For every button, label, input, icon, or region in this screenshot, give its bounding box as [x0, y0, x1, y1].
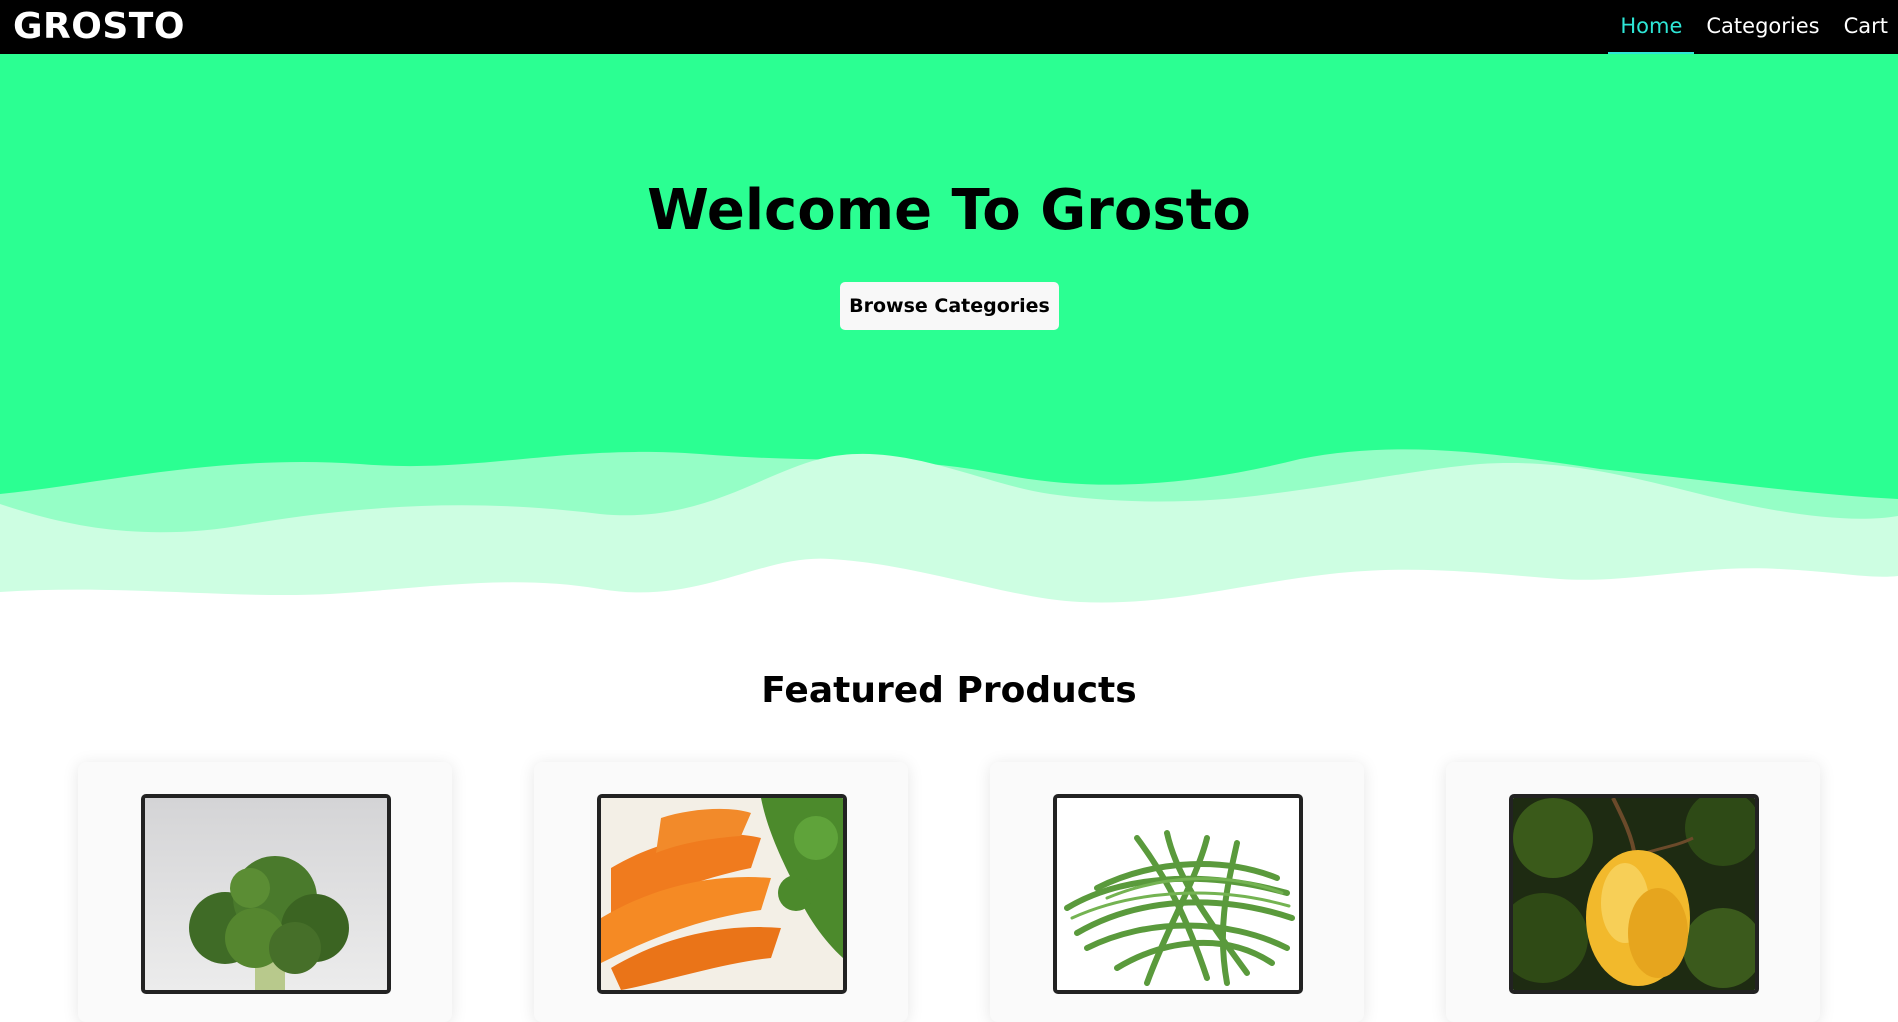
product-card-mango[interactable]	[1446, 762, 1820, 1022]
mango-image[interactable]	[1509, 794, 1759, 994]
nav-link-cart[interactable]: Cart	[1832, 0, 1898, 54]
top-navbar: GROSTO Home Categories Cart	[0, 0, 1898, 54]
nav-link-categories[interactable]: Categories	[1694, 0, 1831, 54]
product-card-carrots[interactable]	[534, 762, 908, 1022]
hero-title: Welcome To Grosto	[647, 178, 1251, 243]
hero-waves-decoration	[0, 449, 1898, 614]
featured-products-title: Featured Products	[761, 670, 1137, 711]
nav-link-home[interactable]: Home	[1608, 0, 1695, 54]
hero-section: Welcome To Grosto Browse Categories	[0, 54, 1898, 614]
nav-links: Home Categories Cart	[1608, 0, 1898, 54]
carrots-image[interactable]	[597, 794, 847, 994]
product-card-green-beans[interactable]	[990, 762, 1364, 1022]
broccoli-image[interactable]	[141, 794, 391, 994]
brand-logo[interactable]: GROSTO	[13, 7, 185, 47]
green-beans-image[interactable]	[1053, 794, 1303, 994]
product-card-broccoli[interactable]	[78, 762, 452, 1022]
browse-categories-button[interactable]: Browse Categories	[840, 282, 1059, 330]
